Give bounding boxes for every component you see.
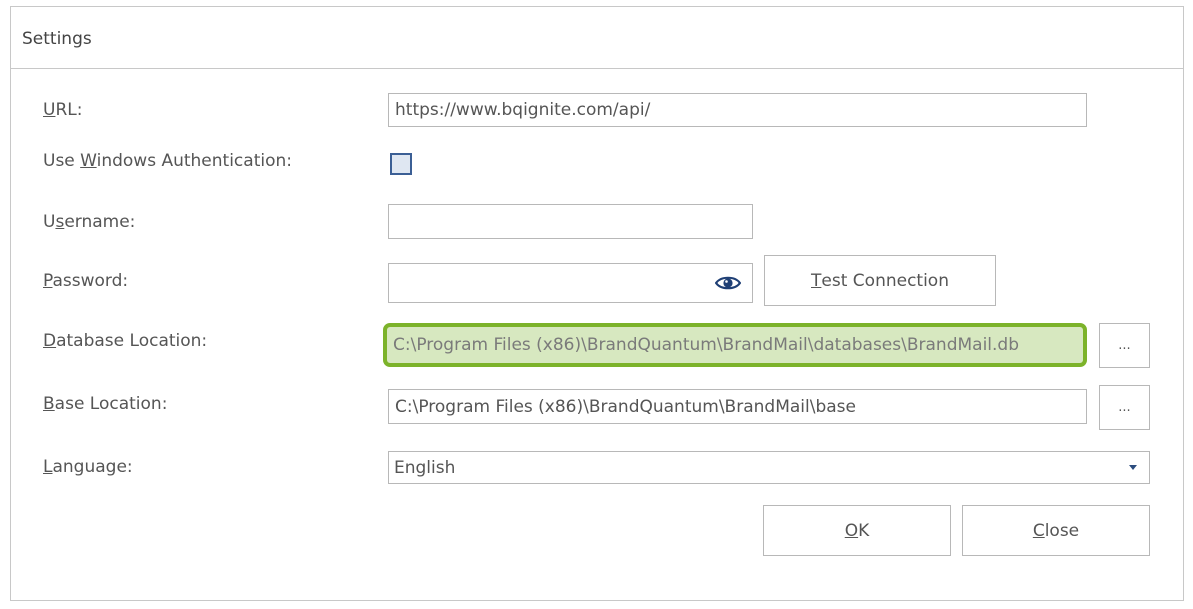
windows-auth-label-start: Use — [43, 151, 81, 171]
language-label: Language: — [43, 457, 133, 477]
password-label: Password: — [43, 271, 128, 291]
language-select[interactable]: English — [388, 451, 1150, 484]
database-location-mnemonic: D — [43, 331, 57, 351]
close-button[interactable]: Close — [962, 505, 1150, 556]
eye-icon[interactable] — [715, 275, 741, 291]
test-connection-label-rest: est Connection — [821, 270, 949, 291]
language-label-rest: anguage: — [52, 457, 133, 477]
url-label-mnemonic: U — [43, 100, 56, 120]
close-mnemonic: C — [1032, 520, 1045, 541]
windows-auth-label-mnemonic: W — [80, 151, 97, 171]
base-location-label-rest: ase Location: — [54, 394, 168, 414]
test-connection-mnemonic: T — [811, 270, 822, 291]
username-input[interactable] — [388, 204, 753, 239]
base-location-input[interactable]: C:\Program Files (x86)\BrandQuantum\Bran… — [388, 389, 1087, 424]
dialog-title: Settings — [22, 29, 92, 49]
database-location-label-rest: atabase Location: — [56, 331, 208, 351]
windows-auth-checkbox[interactable] — [390, 153, 412, 175]
database-location-label: Database Location: — [43, 331, 207, 351]
windows-auth-label: Use Windows Authentication: — [43, 151, 292, 171]
password-label-mnemonic: P — [43, 271, 53, 291]
password-label-rest: assword: — [52, 271, 129, 291]
ok-label-rest: K — [858, 520, 870, 541]
url-input[interactable]: https://www.bqignite.com/api/ — [388, 93, 1087, 127]
database-browse-button[interactable]: ... — [1099, 323, 1150, 368]
caret-down-icon[interactable] — [1129, 465, 1137, 470]
url-label: URL: — [43, 100, 82, 120]
test-connection-button[interactable]: Test Connection — [764, 255, 996, 306]
ok-mnemonic: O — [844, 520, 859, 541]
ok-button[interactable]: OK — [763, 505, 951, 556]
database-location-input[interactable]: C:\Program Files (x86)\BrandQuantum\Bran… — [383, 323, 1087, 367]
username-label-mnemonic: s — [55, 212, 65, 232]
close-label-rest: lose — [1044, 520, 1080, 541]
windows-auth-label-end: indows Authentication: — [96, 151, 292, 171]
base-location-mnemonic: B — [43, 394, 55, 414]
password-input[interactable] — [388, 263, 753, 303]
username-label-end: ername: — [64, 212, 136, 232]
dialog-titlebar: Settings — [11, 7, 1183, 69]
language-selected-value: English — [394, 457, 456, 478]
base-location-label: Base Location: — [43, 394, 167, 414]
base-browse-button[interactable]: ... — [1099, 385, 1150, 430]
username-label-start: U — [43, 212, 56, 232]
url-label-rest: RL: — [55, 100, 83, 120]
username-label: Username: — [43, 212, 135, 232]
